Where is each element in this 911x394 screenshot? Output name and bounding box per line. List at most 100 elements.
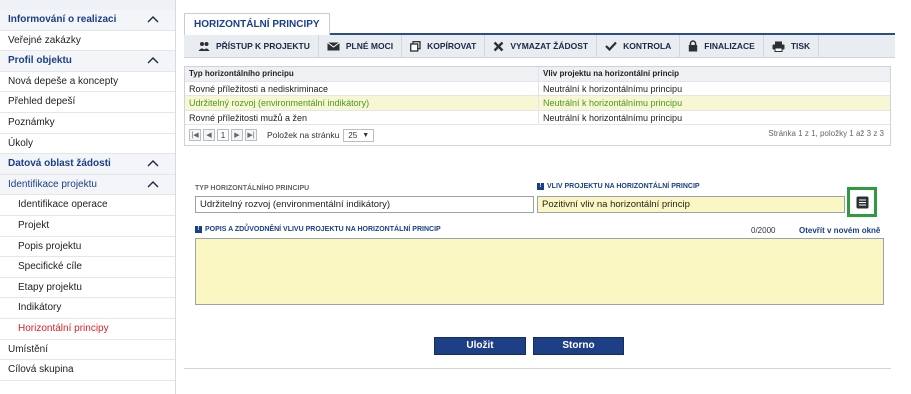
people-icon [198,41,216,52]
chevron-up-icon[interactable] [147,10,161,30]
toolbar-button-label: VYMAZAT ŽÁDOST [510,41,589,51]
cell-type: Udržitelný rozvoj (environmentální indik… [185,96,539,110]
sidebar-item[interactable]: Veřejné zakázky [0,31,175,52]
type-label: TYP HORIZONTÁLNÍHO PRINCIPU [195,185,310,192]
sidebar-list: Informování o realizaci Veřejné zakázky Pr… [0,10,175,381]
cell-type: Rovné příležitosti a nediskriminace [185,81,539,95]
required-icon: ! [195,226,202,233]
impact-field[interactable]: Pozitivní vliv na horizontální princip [537,196,845,213]
checkmark-icon [605,41,623,51]
sidebar-item[interactable]: Datová oblast žádosti [0,154,175,175]
toolbar: PŘÍSTUP K PROJEKTU PLNÉ MOCI KOPÍROVAT VYMA… [184,34,895,58]
toolbar-button-label: TISK [790,41,811,51]
pager: |◀ ◀ 1 ▶ ▶| Položek na stránku 25 ▼ Strá… [185,125,890,145]
column-header-impact[interactable]: Vliv projektu na horizontální princip [539,67,890,81]
type-field[interactable]: Udržitelný rozvoj (environmentální indik… [195,196,534,213]
lookup-highlight [847,187,877,217]
lock-icon [688,40,704,52]
per-page-select[interactable]: 25 ▼ [343,128,375,142]
chevron-up-icon[interactable] [147,154,161,174]
required-icon: ! [537,183,544,190]
main-content: HORIZONTÁLNÍ PRINCIPY PŘÍSTUP K PROJEKTU… [184,10,895,394]
grid-header: Typ horizontálního principu Vliv projekt… [185,67,890,82]
table-row[interactable]: Rovné příležitosti mužů a žen Neutrální k… [185,110,890,125]
save-button[interactable]: Uložit [434,337,526,355]
sidebar-item-label: Identifikace operace [18,199,108,211]
sidebar-item[interactable]: Indikátory [0,298,175,319]
desc-label: POPIS A ZDŮVODNĚNÍ VLIVU PROJEKTU NA HOR… [205,226,441,233]
sidebar-item-label: Identifikace projektu [8,178,97,190]
sidebar-item[interactable]: Poznámky [0,113,175,134]
sidebar-item-label: Informování o realizaci [8,14,117,25]
sidebar-item-label: Specifické cíle [18,261,82,273]
toolbar-button-label: KONTROLA [623,41,672,51]
last-page-icon[interactable]: ▶| [245,129,257,141]
sidebar-item-label: Veřejné zakázky [8,34,81,46]
toolbar-button[interactable]: VYMAZAT ŽÁDOST [485,34,598,58]
next-page-icon[interactable]: ▶ [231,129,243,141]
toolbar-button-label: PLNÉ MOCI [345,41,394,51]
principles-grid: Typ horizontálního principu Vliv projekt… [184,66,891,146]
sidebar-item[interactable]: Specifické cíle [0,257,175,278]
toolbar-button[interactable]: PŘÍSTUP K PROJEKTU [190,34,319,58]
table-row[interactable]: Udržitelný rozvoj (environmentální indik… [185,96,890,111]
sidebar-item-label: Horizontální principy [18,322,109,334]
sidebar-item[interactable]: Nová depeše a koncepty [0,72,175,93]
toolbar-button[interactable]: PLNÉ MOCI [319,34,403,58]
sidebar-item[interactable]: Přehled depeší [0,92,175,113]
impact-label-wrap: ! VLIV PROJEKTU NA HORIZONTÁLNÍ PRINCIP [537,183,700,190]
sidebar-item-label: Cílová skupina [8,364,74,376]
column-header-type[interactable]: Typ horizontálního principu [185,67,539,81]
sidebar-item[interactable]: Projekt [0,216,175,237]
pager-info: Stránka 1 z 1, položky 1 až 3 z 3 [768,129,884,138]
sidebar-item[interactable]: Identifikace operace [0,195,175,216]
sidebar-item-label: Etapy projektu [18,281,82,293]
chevron-down-icon: ▼ [362,131,370,139]
sidebar-item[interactable]: Cílová skupina [0,360,175,381]
chevron-up-icon[interactable] [147,175,161,195]
first-page-icon[interactable]: |◀ [189,129,201,141]
sidebar-item[interactable]: Úkoly [0,134,175,155]
sidebar-item[interactable]: Profil objektu [0,51,175,72]
sidebar-item-label: Datová oblast žádosti [8,158,111,170]
sidebar-item[interactable]: Etapy projektu [0,278,175,299]
impact-label: VLIV PROJEKTU NA HORIZONTÁLNÍ PRINCIP [547,183,700,190]
toolbar-button-label: PŘÍSTUP K PROJEKTU [216,41,310,51]
sidebar-item[interactable]: Horizontální principy [0,319,175,340]
cell-impact: Neutrální k horizontálnímu principu [543,83,683,94]
divider [184,368,891,369]
sidebar-item-label: Indikátory [18,302,62,314]
toolbar-button[interactable]: KONTROLA [597,34,681,58]
grid-body: Rovné příležitosti a nediskriminace Neutr… [185,81,890,125]
prev-page-icon[interactable]: ◀ [203,129,215,141]
copy-icon [410,40,427,52]
sidebar-item[interactable]: Popis projektu [0,237,175,258]
sidebar: Informování o realizaci Veřejné zakázky Pr… [0,0,176,394]
sidebar-item[interactable]: Identifikace projektu [0,174,175,196]
toolbar-button-label: KOPÍROVAT [427,41,477,51]
cancel-button[interactable]: Storno [533,337,624,355]
list-icon[interactable] [856,196,869,209]
sidebar-item-label: Přehled depeší [8,96,76,108]
open-new-window-link[interactable]: Otevřít v novém okně [799,226,880,235]
cell-type: Rovné příležitosti mužů a žen [185,110,539,124]
per-page-value: 25 [348,130,358,140]
current-page[interactable]: 1 [217,129,229,141]
table-row[interactable]: Rovné příležitosti a nediskriminace Neutr… [185,81,890,96]
sidebar-item-label: Úkoly [8,137,34,149]
sidebar-item-label: Profil objektu [8,55,72,67]
sidebar-item[interactable]: Informování o realizaci [0,10,175,31]
envelope-icon [327,41,346,51]
sidebar-item-label: Popis projektu [18,240,82,252]
toolbar-button[interactable]: TISK [764,34,820,58]
toolbar-button[interactable]: FINALIZACE [680,34,764,58]
tab-bar: HORIZONTÁLNÍ PRINCIPY [184,10,895,35]
description-textarea[interactable] [195,238,884,305]
sidebar-top-strip [0,0,175,10]
tab-horizontal-principles[interactable]: HORIZONTÁLNÍ PRINCIPY [184,13,330,35]
toolbar-button[interactable]: KOPÍROVAT [402,34,486,58]
chevron-up-icon[interactable] [147,51,161,71]
sidebar-item-label: Projekt [18,219,50,231]
sidebar-item-label: Umístění [8,343,49,355]
sidebar-item[interactable]: Umístění [0,340,175,361]
